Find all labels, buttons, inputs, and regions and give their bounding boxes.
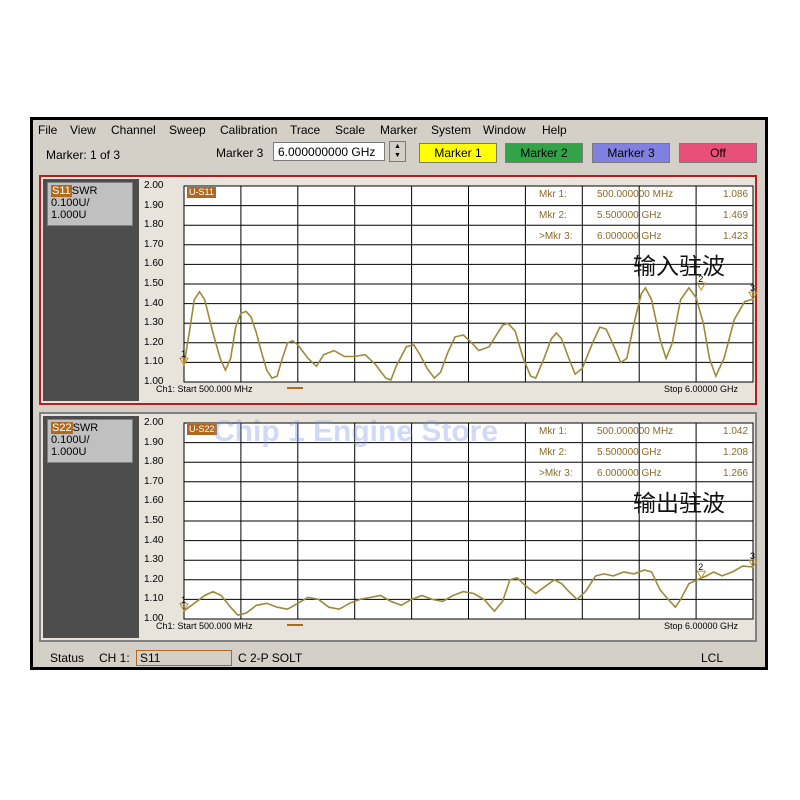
menu-calibration[interactable]: Calibration xyxy=(220,123,277,137)
y-tick-label: 1.50 xyxy=(144,278,164,289)
sweep-start-label: Ch1: Start 500.000 MHz xyxy=(156,621,253,631)
y-tick-label: 1.70 xyxy=(144,238,164,250)
y-tick-label: 1.20 xyxy=(144,573,164,585)
y-tick-label: 1.50 xyxy=(144,515,164,526)
sweep-stop-label: Stop 6.00000 GHz xyxy=(664,621,739,631)
y-tick-label: 1.80 xyxy=(144,219,164,231)
marker-1-number: 1 xyxy=(181,595,186,605)
menu-trace[interactable]: Trace xyxy=(290,123,320,137)
status-lcl: LCL xyxy=(701,651,724,665)
param-scale: 0.100U/ xyxy=(51,434,90,446)
y-tick-label: 1.90 xyxy=(144,199,164,211)
y-tick-label: 1.40 xyxy=(144,297,164,309)
y-tick-label: 1.30 xyxy=(144,317,164,329)
marker-readout-label: >Mkr 3: xyxy=(539,468,573,479)
param-format: SWR xyxy=(72,422,99,434)
s11-plot-panel: 123 S11SWR 0.100U/ 1.000U 2.00 1.90 1.80 1.… xyxy=(39,175,758,405)
marker-readout-label: Mkr 2: xyxy=(539,210,567,221)
marker-frequency-input[interactable]: 6.000000000 GHz xyxy=(273,142,385,161)
marker-readout-label: >Mkr 3: xyxy=(539,231,573,242)
menu-system[interactable]: System xyxy=(431,123,471,137)
menu-help[interactable]: Help xyxy=(542,123,567,137)
menu-view[interactable]: View xyxy=(70,123,96,137)
y-tick-label: 1.10 xyxy=(144,356,164,368)
menu-bar: File View Channel Sweep Calibration Trac… xyxy=(33,120,765,140)
marker-3-number: 3 xyxy=(750,283,755,293)
marker-readout-label: Mkr 1: xyxy=(539,426,567,437)
status-parameter-field[interactable]: S11 xyxy=(136,650,232,666)
y-tick-label: 1.90 xyxy=(144,436,164,448)
menu-window[interactable]: Window xyxy=(483,123,526,137)
status-channel: CH 1: xyxy=(99,651,130,665)
marker-1-button[interactable]: Marker 1 xyxy=(419,143,497,163)
menu-file[interactable]: File xyxy=(38,123,57,137)
marker-frequency-spinner[interactable]: ▲ ▼ xyxy=(389,141,406,162)
marker-count-label: Marker: 1 of 3 xyxy=(46,148,121,162)
marker-2-button[interactable]: Marker 2 xyxy=(505,143,583,163)
y-tick-label: 1.60 xyxy=(144,495,164,507)
menu-sweep[interactable]: Sweep xyxy=(169,123,206,137)
param-ref: 1.000U xyxy=(51,209,87,221)
param-format: SWR xyxy=(71,185,98,197)
y-tick-label: 1.70 xyxy=(144,475,164,487)
marker-3-button[interactable]: Marker 3 xyxy=(592,143,670,163)
menu-marker[interactable]: Marker xyxy=(380,123,417,137)
marker-off-button[interactable]: Off xyxy=(679,143,757,163)
marker-select-label: Marker 3 xyxy=(216,146,264,160)
y-tick-label: 1.20 xyxy=(144,336,164,348)
status-bar: Status CH 1: S11 C 2-P SOLT LCL xyxy=(33,644,765,667)
marker-readout-frequency: 500.000000 MHz xyxy=(597,189,674,200)
y-tick-label: 2.00 xyxy=(144,417,164,428)
menu-channel[interactable]: Channel xyxy=(111,123,156,137)
marker-readout-frequency: 500.000000 MHz xyxy=(597,426,674,437)
sweep-start-label: Ch1: Start 500.000 MHz xyxy=(156,384,253,394)
marker-readout-value: 1.086 xyxy=(723,189,749,200)
s22-parameter-box[interactable]: S22SWR 0.100U/ 1.000U xyxy=(47,419,133,463)
application-window: File View Channel Sweep Calibration Trac… xyxy=(30,117,768,670)
spin-down-icon[interactable]: ▼ xyxy=(390,151,405,160)
trace-description-label: 输入驻波 xyxy=(633,254,725,280)
param-ref: 1.000U xyxy=(51,446,87,458)
marker-1-number: 1 xyxy=(181,349,186,359)
trace-description-label: 输出驻波 xyxy=(633,491,725,517)
y-tick-label: 1.10 xyxy=(144,593,164,605)
sweep-stop-label: Stop 6.00000 GHz xyxy=(664,384,739,394)
menu-scale[interactable]: Scale xyxy=(335,123,365,137)
param-name: S22 xyxy=(51,422,73,434)
marker-2-number: 2 xyxy=(698,562,703,572)
marker-readout-frequency: 5.500000 GHz xyxy=(597,210,662,221)
marker-3-number: 3 xyxy=(750,551,755,561)
marker-readout-value: 1.423 xyxy=(723,231,749,242)
marker-readout-value: 1.208 xyxy=(723,447,749,458)
marker-readout-label: Mkr 1: xyxy=(539,189,567,200)
window-client: File View Channel Sweep Calibration Trac… xyxy=(33,120,765,667)
marker-readout-label: Mkr 2: xyxy=(539,447,567,458)
y-tick-label: 2.00 xyxy=(144,180,164,191)
status-calibration: C 2-P SOLT xyxy=(238,651,303,665)
spin-up-icon[interactable]: ▲ xyxy=(390,142,405,151)
y-tick-label: 1.80 xyxy=(144,456,164,468)
marker-readout-frequency: 5.500000 GHz xyxy=(597,447,662,458)
marker-readout-value: 1.042 xyxy=(723,426,749,437)
y-tick-label: 1.30 xyxy=(144,554,164,566)
param-name: S11 xyxy=(51,185,72,197)
y-tick-label: 1.40 xyxy=(144,534,164,546)
watermark-text: Chip 1 Engine Store xyxy=(213,415,499,448)
marker-readout-value: 1.266 xyxy=(723,468,749,479)
trace-badge: U-S11 xyxy=(187,187,216,198)
status-label: Status xyxy=(50,651,85,665)
marker-readout-frequency: 6.000000 GHz xyxy=(597,468,662,479)
marker-readout-frequency: 6.000000 GHz xyxy=(597,231,662,242)
marker-readout-value: 1.469 xyxy=(723,210,749,221)
y-tick-label: 1.60 xyxy=(144,258,164,270)
s11-parameter-box[interactable]: S11SWR 0.100U/ 1.000U xyxy=(47,182,133,226)
param-scale: 0.100U/ xyxy=(51,197,90,209)
